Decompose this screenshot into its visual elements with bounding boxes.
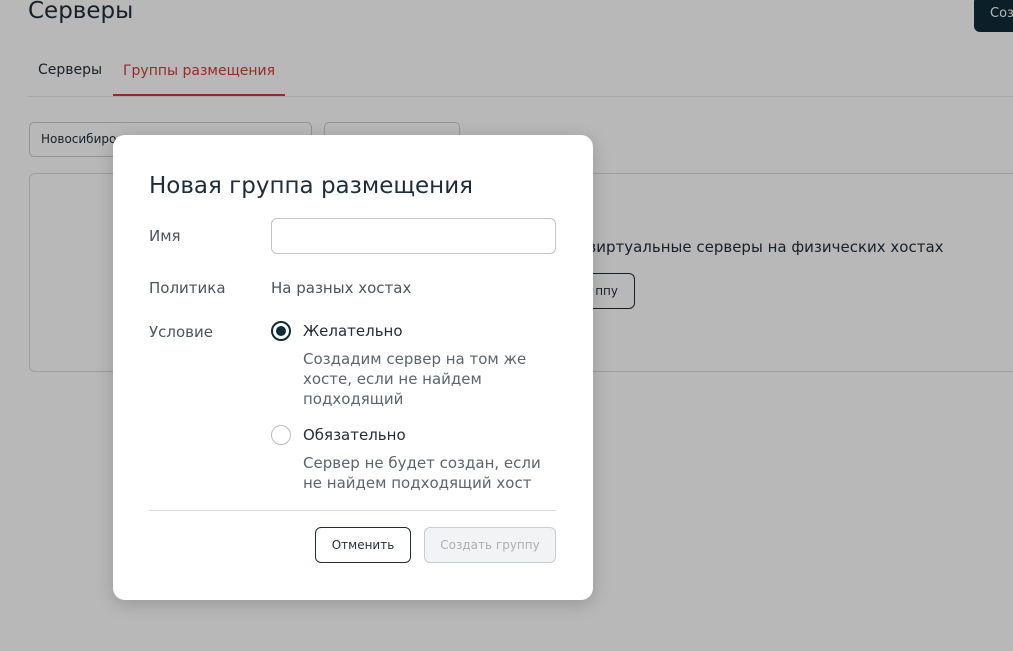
cancel-button[interactable]: Отменить [315, 527, 411, 563]
option-label[interactable]: Желательно [303, 322, 403, 340]
condition-label: Условие [149, 323, 213, 341]
dialog-title: Новая группа размещения [149, 173, 473, 199]
policy-label: Политика [149, 279, 226, 297]
submit-create-group-button[interactable]: Создать группу [424, 527, 556, 563]
option-description: Создадим сервер на том же хосте, если не… [303, 350, 527, 408]
page: Серверы Соз Серверы Группы размещения Но… [0, 0, 1013, 651]
radio-unchecked-icon[interactable] [271, 425, 291, 445]
option-description: Сервер не будет создан, если не найдем п… [303, 454, 541, 492]
new-placement-group-dialog: Новая группа размещения Имя Политика На … [113, 135, 593, 600]
policy-value: На разных хостах [271, 279, 412, 297]
radio-checked-icon[interactable] [271, 321, 291, 341]
name-input[interactable] [271, 218, 556, 254]
option-label[interactable]: Обязательно [303, 426, 406, 444]
dialog-divider [149, 510, 556, 511]
name-label: Имя [149, 227, 181, 245]
